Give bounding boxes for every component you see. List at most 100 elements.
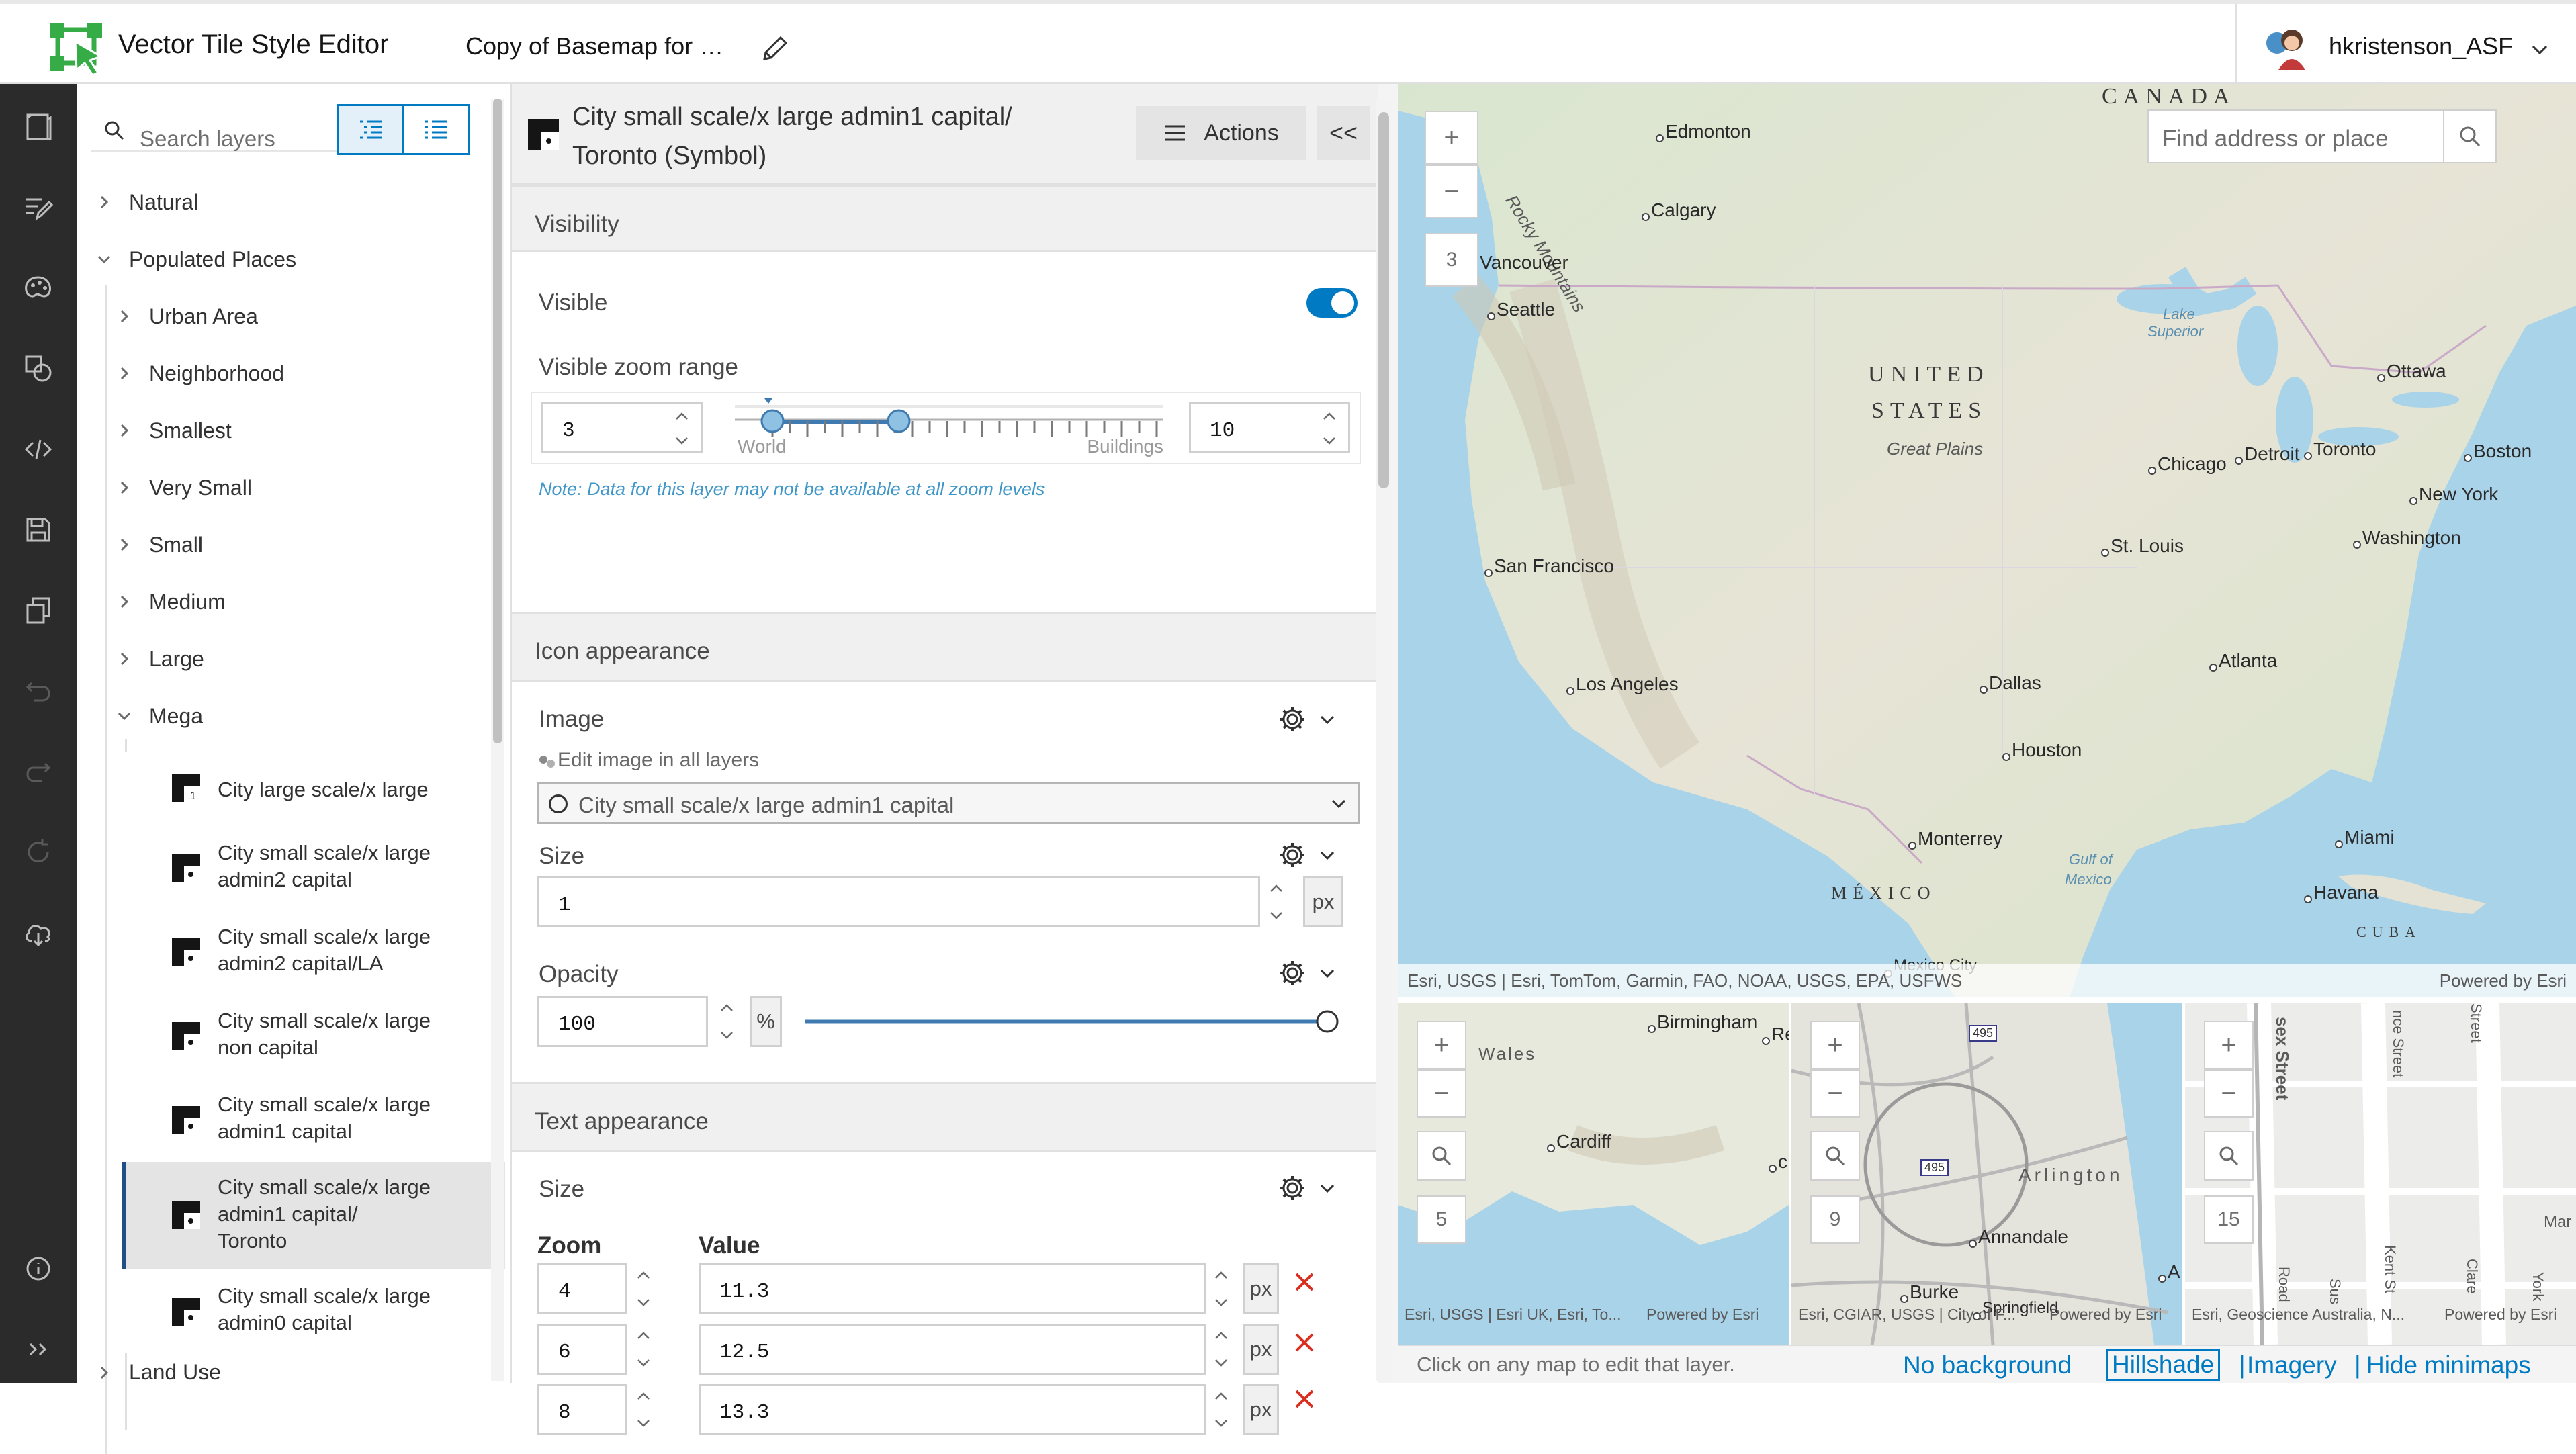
sublayer-item[interactable]: City small scale/x large admin1 capital xyxy=(122,1078,505,1162)
zoom-out-button[interactable]: − xyxy=(1417,1069,1466,1118)
actions-button[interactable]: Actions xyxy=(1136,106,1306,160)
search-icon[interactable] xyxy=(1810,1131,1860,1181)
tree-item-populated-places[interactable]: Populated Places xyxy=(129,247,296,272)
chevron-right-icon[interactable] xyxy=(116,365,133,382)
visible-toggle[interactable] xyxy=(1306,288,1358,318)
chevron-right-icon[interactable] xyxy=(95,1364,113,1381)
scrollbar-thumb[interactable] xyxy=(493,99,502,743)
sublayer-item[interactable]: City small scale/x large admin0 capital xyxy=(122,1269,505,1353)
chevron-right-icon[interactable] xyxy=(116,422,133,439)
cloud-download-icon[interactable] xyxy=(22,917,54,949)
chevron-down-icon[interactable] xyxy=(1318,713,1337,727)
value-input[interactable]: 13.3 xyxy=(699,1384,1206,1435)
map-search-input[interactable]: Find address or place xyxy=(2147,109,2497,163)
stepper[interactable] xyxy=(1263,876,1290,927)
stepper[interactable] xyxy=(1208,1263,1235,1314)
chevron-down-icon[interactable] xyxy=(1318,966,1337,981)
layers-scrollbar[interactable] xyxy=(491,99,504,1381)
powered-by[interactable]: Powered by Esri xyxy=(2049,1306,2162,1324)
delete-stop-icon[interactable] xyxy=(1292,1270,1317,1294)
stepper[interactable] xyxy=(1208,1324,1235,1375)
delete-stop-icon[interactable] xyxy=(1292,1330,1317,1355)
tree-item-large[interactable]: Large xyxy=(149,647,204,672)
icon-size-input[interactable]: 1 xyxy=(537,876,1260,927)
hillshade-link-active[interactable]: Hillshade xyxy=(2106,1349,2221,1381)
minimap-hillshade-sydney[interactable]: sex Street nce Street Street Kent St Cla… xyxy=(2185,1003,2576,1345)
zoom-input[interactable]: 4 xyxy=(537,1263,627,1314)
sublayer-item[interactable]: 1 City large scale/x large xyxy=(122,752,505,826)
gear-icon[interactable] xyxy=(1278,1173,1307,1203)
list-view-flat-button[interactable] xyxy=(402,104,470,155)
icon-section-header[interactable]: Icon appearance xyxy=(512,612,1378,682)
zoom-input[interactable]: 8 xyxy=(537,1384,627,1435)
tree-item-neighborhood[interactable]: Neighborhood xyxy=(149,361,284,386)
search-icon[interactable] xyxy=(2204,1131,2254,1181)
zoom-out-button[interactable]: − xyxy=(1810,1069,1860,1118)
chevron-right-icon[interactable] xyxy=(116,536,133,553)
save-icon[interactable] xyxy=(22,514,54,546)
chevron-right-icon[interactable] xyxy=(116,593,133,610)
scrollbar-thumb[interactable] xyxy=(1378,112,1389,488)
tree-item-medium[interactable]: Medium xyxy=(149,590,226,615)
sublayer-item[interactable]: City small scale/x large admin2 capital xyxy=(122,826,505,910)
code-icon[interactable] xyxy=(22,433,54,465)
map-title[interactable]: Copy of Basemap for … xyxy=(465,32,723,60)
minimap-hillshade-dc[interactable]: Arlington Annandale Burke Springfield 49… xyxy=(1791,1003,2182,1345)
gear-icon[interactable] xyxy=(1278,705,1307,734)
search-icon[interactable] xyxy=(1417,1131,1466,1181)
sublayer-item-selected[interactable]: City small scale/x large admin1 capital/T… xyxy=(122,1162,505,1269)
max-zoom-input[interactable]: 10 xyxy=(1189,402,1350,453)
shapes-icon[interactable] xyxy=(22,353,54,385)
chevron-right-icon[interactable] xyxy=(116,308,133,325)
app-logo-icon[interactable] xyxy=(48,23,103,75)
pencil-icon[interactable] xyxy=(759,34,790,64)
imagery-link[interactable]: Imagery xyxy=(2247,1351,2337,1379)
no-background-link[interactable]: No background xyxy=(1903,1351,2072,1379)
chevron-right-icon[interactable] xyxy=(116,650,133,668)
powered-by[interactable]: Powered by Esri xyxy=(2440,970,2567,991)
delete-stop-icon[interactable] xyxy=(1292,1387,1317,1411)
stepper[interactable] xyxy=(630,1324,657,1375)
min-zoom-input[interactable]: 3 xyxy=(541,402,703,453)
value-input[interactable]: 11.3 xyxy=(699,1263,1206,1314)
stepper[interactable] xyxy=(630,1263,657,1314)
quick-edit-icon[interactable] xyxy=(22,191,54,224)
stepper[interactable] xyxy=(668,404,695,455)
user-menu[interactable]: hkristenson_ASF xyxy=(2235,4,2576,84)
tree-item-natural[interactable]: Natural xyxy=(129,190,198,215)
tree-item-very-small[interactable]: Very Small xyxy=(149,475,252,500)
zoom-out-button[interactable]: − xyxy=(1425,165,1478,218)
sublayer-item[interactable]: City small scale/x large admin2 capital/L… xyxy=(122,910,505,994)
tree-item-small[interactable]: Small xyxy=(149,533,203,557)
value-input[interactable]: 12.5 xyxy=(699,1324,1206,1375)
visibility-section-header[interactable]: Visibility xyxy=(512,185,1378,252)
zoom-in-button[interactable]: + xyxy=(1810,1021,1860,1069)
search-icon[interactable] xyxy=(2443,111,2495,162)
text-section-header[interactable]: Text appearance xyxy=(512,1082,1378,1152)
tree-item-mega[interactable]: Mega xyxy=(149,704,203,729)
gear-icon[interactable] xyxy=(1278,958,1307,988)
zoom-in-button[interactable]: + xyxy=(1425,111,1478,165)
hide-minimaps-link[interactable]: Hide minimaps xyxy=(2366,1351,2531,1379)
chevron-right-icon[interactable] xyxy=(116,479,133,496)
stepper[interactable] xyxy=(1208,1384,1235,1435)
zoom-input[interactable]: 6 xyxy=(537,1324,627,1375)
stepper[interactable] xyxy=(1316,404,1343,455)
main-map[interactable]: CANADA UNITED STATES MÉXICO CUBA Rocky M… xyxy=(1398,84,2576,997)
zoom-range-slider[interactable]: World Buildings xyxy=(734,393,1163,463)
expand-icon[interactable] xyxy=(22,1333,54,1365)
opacity-slider[interactable] xyxy=(803,1008,1351,1035)
stepper[interactable] xyxy=(630,1384,657,1435)
chevron-down-icon[interactable] xyxy=(1318,848,1337,863)
copy-icon[interactable] xyxy=(22,594,54,627)
undo-icon[interactable] xyxy=(22,675,54,707)
zoom-in-button[interactable]: + xyxy=(1417,1021,1466,1069)
zoom-in-button[interactable]: + xyxy=(2204,1021,2254,1069)
powered-by[interactable]: Powered by Esri xyxy=(2444,1306,2557,1324)
gear-icon[interactable] xyxy=(1278,840,1307,870)
chevron-down-icon[interactable] xyxy=(95,251,113,268)
powered-by[interactable]: Powered by Esri xyxy=(1646,1306,1759,1324)
image-select[interactable]: City small scale/x large admin1 capital xyxy=(537,782,1360,824)
redo-icon[interactable] xyxy=(22,756,54,788)
chevron-down-icon[interactable] xyxy=(1318,1181,1337,1196)
